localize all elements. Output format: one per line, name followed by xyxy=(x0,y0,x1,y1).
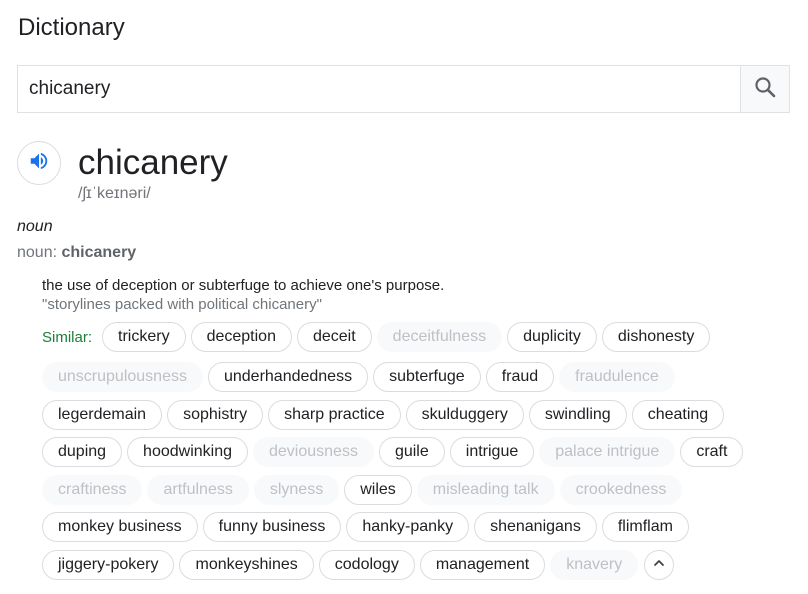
synonym-chip[interactable]: swindling xyxy=(528,400,627,430)
synonym-chip[interactable]: wiles xyxy=(344,475,412,505)
synonym-chip[interactable]: sharp practice xyxy=(268,400,401,430)
synonym-row: legerdemain sophistry sharp practice skuldu… xyxy=(42,400,729,430)
noun-prefix: noun: xyxy=(17,244,62,261)
synonym-chip[interactable]: deceitfulness xyxy=(376,322,503,352)
synonym-chip[interactable]: underhandedness xyxy=(207,362,369,392)
synonym-chip[interactable]: deceit xyxy=(296,322,372,352)
page-title: Dictionary xyxy=(18,14,125,41)
synonym-row: monkey business funny business hanky-panky… xyxy=(42,512,694,542)
search-input[interactable] xyxy=(18,66,740,112)
noun-form: noun: chicanery xyxy=(17,244,136,262)
synonym-chip[interactable]: crookedness xyxy=(559,475,683,505)
synonym-chip[interactable]: unscrupulousness xyxy=(42,362,203,392)
synonym-chip[interactable]: guile xyxy=(378,437,445,467)
synonym-chip[interactable]: palace intrigue xyxy=(539,437,676,467)
synonym-chip[interactable]: shenanigans xyxy=(474,512,597,542)
synonym-chip[interactable]: duping xyxy=(42,437,123,467)
synonym-chip[interactable]: skulduggery xyxy=(405,400,524,430)
synonym-chip[interactable]: intrigue xyxy=(449,437,535,467)
collapse-synonyms-button[interactable] xyxy=(644,550,675,580)
synonym-chip[interactable]: trickery xyxy=(102,322,186,352)
synonym-chip[interactable]: hanky-panky xyxy=(346,512,470,542)
synonym-chip[interactable]: craft xyxy=(680,437,744,467)
synonym-chip[interactable]: subterfuge xyxy=(373,362,481,392)
synonym-chip[interactable]: hoodwinking xyxy=(127,437,248,467)
synonym-chip[interactable]: legerdemain xyxy=(42,400,163,430)
synonym-chip[interactable]: misleading talk xyxy=(416,475,555,505)
example-sentence: "storylines packed with political chican… xyxy=(42,296,322,313)
synonym-chip[interactable]: deviousness xyxy=(253,437,374,467)
synonym-chip[interactable]: duplicity xyxy=(507,322,597,352)
search-bar xyxy=(17,65,790,113)
synonym-chip[interactable]: fraud xyxy=(485,362,555,392)
synonym-chip[interactable]: monkeyshines xyxy=(179,550,314,580)
chevron-up-icon xyxy=(651,555,667,576)
synonym-chip[interactable]: slyness xyxy=(253,475,340,505)
synonym-chip[interactable]: jiggery-pokery xyxy=(42,550,175,580)
synonym-chip[interactable]: management xyxy=(419,550,546,580)
synonym-chip[interactable]: sophistry xyxy=(167,400,264,430)
synonym-chip[interactable]: codology xyxy=(318,550,415,580)
search-button[interactable] xyxy=(740,66,789,112)
synonym-chip[interactable]: dishonesty xyxy=(601,322,711,352)
synonym-chip[interactable]: cheating xyxy=(631,400,725,430)
synonym-chip[interactable]: monkey business xyxy=(42,512,198,542)
synonym-chip[interactable]: deception xyxy=(190,322,292,352)
phonetic-text: /ʃɪˈkeɪnəri/ xyxy=(78,185,151,202)
definition-text: the use of deception or subterfuge to ac… xyxy=(42,277,445,294)
synonym-chip[interactable]: funny business xyxy=(202,512,342,542)
synonym-chip[interactable]: craftiness xyxy=(42,475,143,505)
synonym-chip[interactable]: artfulness xyxy=(147,475,249,505)
similar-label: Similar: xyxy=(42,328,93,346)
synonym-chip[interactable]: knavery xyxy=(550,550,639,580)
part-of-speech: noun xyxy=(17,218,53,235)
synonym-row: unscrupulousness underhandedness subterfug… xyxy=(42,362,680,392)
synonym-chip[interactable]: fraudulence xyxy=(559,362,675,392)
synonym-row: Similar: trickery deception deceit deceitful… xyxy=(42,322,715,352)
pronunciation-button[interactable] xyxy=(17,141,61,185)
synonym-row: craftiness artfulness slyness wiles misleadi… xyxy=(42,475,687,505)
synonym-row: duping hoodwinking deviousness guile intrigu… xyxy=(42,437,748,467)
synonym-chip[interactable]: flimflam xyxy=(601,512,689,542)
speaker-icon xyxy=(28,150,50,177)
synonym-row: jiggery-pokery monkeyshines codology manage… xyxy=(42,550,675,580)
search-icon xyxy=(753,75,777,104)
noun-word: chicanery xyxy=(61,244,137,261)
headword: chicanery xyxy=(78,143,228,182)
